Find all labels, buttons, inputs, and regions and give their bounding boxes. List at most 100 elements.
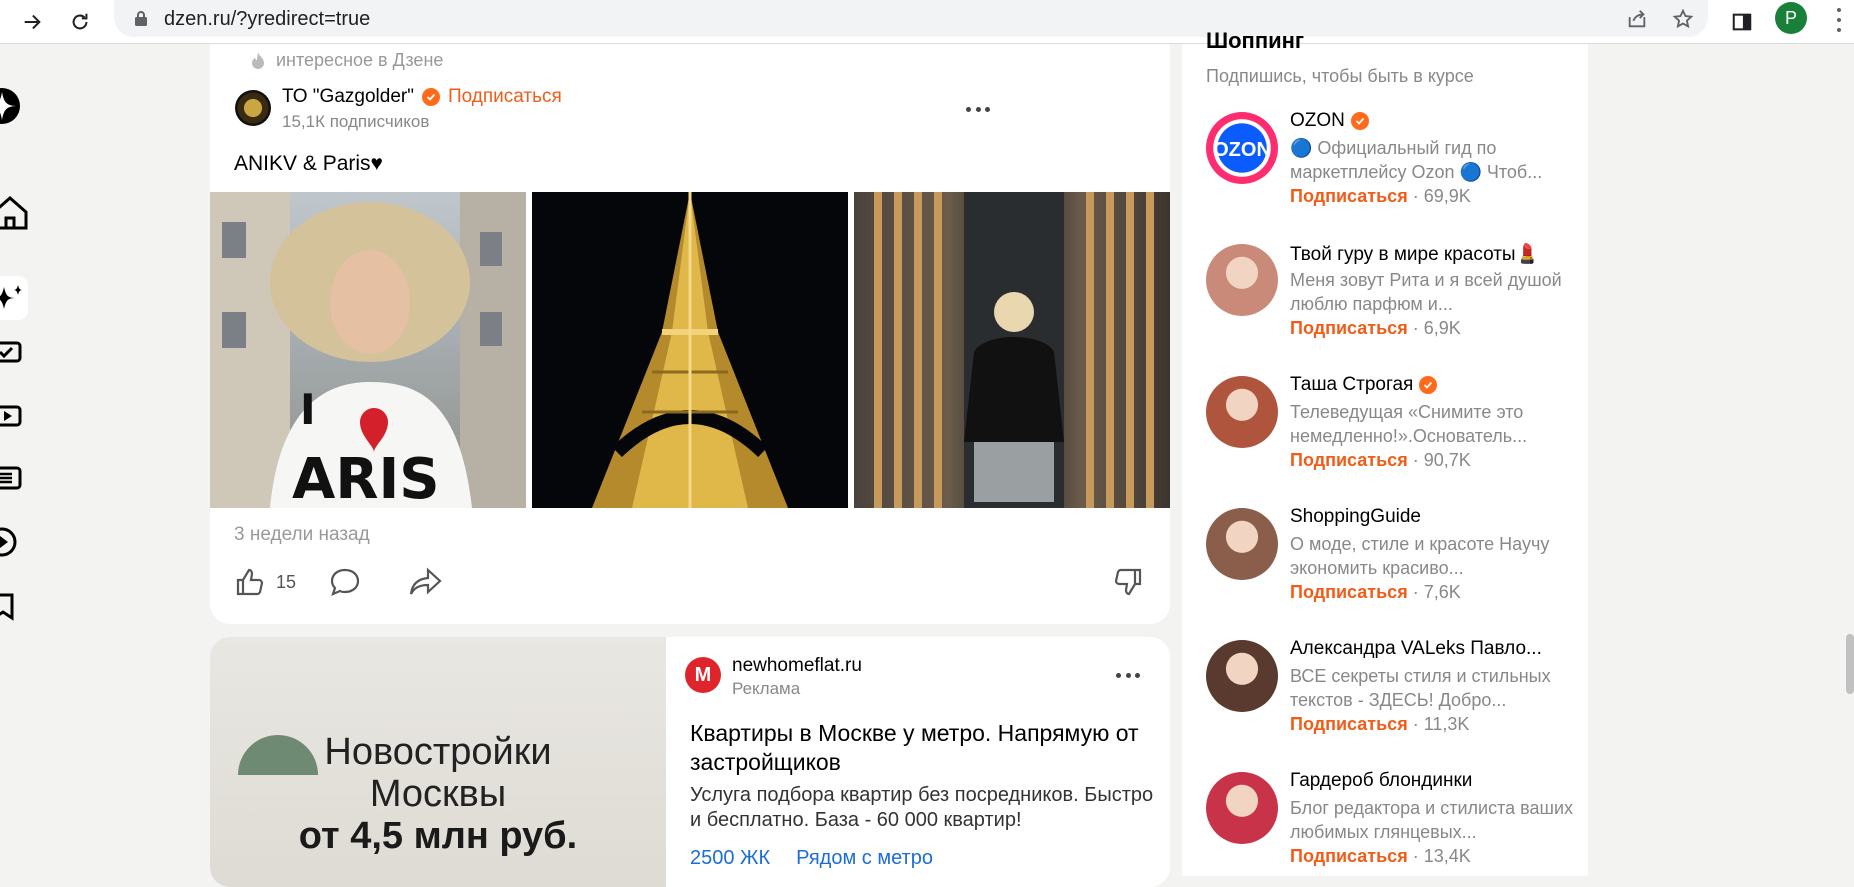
- flame-icon: [252, 51, 264, 69]
- ad-label: Реклама: [732, 679, 801, 698]
- checklist-icon: [0, 341, 22, 363]
- channel-avatar[interactable]: [235, 90, 271, 126]
- dislike-button[interactable]: [1112, 562, 1144, 602]
- like-count: 15: [276, 571, 297, 592]
- subscribe-button[interactable]: Подписаться: [1290, 846, 1408, 866]
- thumbs-down-icon: [1114, 568, 1142, 596]
- subscriber-count: 15,1К подписчиков: [282, 112, 430, 131]
- channel-footer: Подписаться · 90,7K: [1290, 450, 1471, 471]
- nav-video[interactable]: [0, 398, 30, 434]
- subscribe-button[interactable]: Подписаться: [1290, 582, 1408, 602]
- channel-footer: Подписаться · 11,3K: [1290, 714, 1469, 735]
- ad-more-icon[interactable]: [1116, 672, 1140, 678]
- subscribe-button[interactable]: Подписаться: [448, 86, 562, 108]
- comment-button[interactable]: [328, 562, 362, 602]
- arrow-right-icon: [24, 14, 41, 30]
- lock-icon: [134, 10, 148, 31]
- channel-header: ТО "Gazgolder" Подписаться: [282, 86, 562, 108]
- channel-item[interactable]: Гардероб блондинки Блог редактора и стили…: [1206, 770, 1576, 882]
- star-icon[interactable]: [1670, 6, 1696, 32]
- like-button[interactable]: 15: [234, 562, 296, 602]
- channel-name[interactable]: Твой гуру в мире красоты💄: [1290, 242, 1539, 266]
- channel-footer: Подписаться · 6,9K: [1290, 318, 1461, 339]
- channel-name[interactable]: Гардероб блондинки: [1290, 770, 1472, 792]
- nav-home[interactable]: [0, 194, 30, 230]
- ad-link-metro[interactable]: Рядом с метро: [796, 847, 933, 870]
- ad-links: 2500 ЖК Рядом с метро: [690, 847, 933, 870]
- channel-avatar[interactable]: [1206, 244, 1278, 316]
- share-icon[interactable]: [1624, 6, 1650, 32]
- recommendations-panel: Шоппинг Подпишись, чтобы быть в курсе OZ…: [1182, 28, 1588, 876]
- advertiser-name[interactable]: newhomeflat.ru: [732, 655, 862, 677]
- channel-avatar[interactable]: [1206, 640, 1278, 712]
- post-actions: 15: [234, 562, 1144, 606]
- subscriber-count: 7,6K: [1423, 582, 1461, 602]
- subscriber-count: 11,3K: [1423, 714, 1470, 734]
- dzen-logo[interactable]: [0, 88, 30, 124]
- nav-shorts[interactable]: [0, 524, 30, 560]
- reload-icon: [72, 13, 88, 30]
- post-text: ANIKV & Paris♥: [234, 152, 384, 175]
- share-button[interactable]: [408, 562, 444, 602]
- channel-item[interactable]: Александра VALeks Павло... ВСЕ секреты ст…: [1206, 638, 1576, 750]
- channel-item[interactable]: Таша Строгая Телеведущая «Снимите это нем…: [1206, 374, 1576, 486]
- verified-icon: [421, 88, 440, 106]
- ad-image[interactable]: Новостройки Москвы от 4,5 млн руб.: [210, 637, 666, 887]
- channel-footer: Подписаться · 69,9K: [1290, 186, 1471, 207]
- nav-articles[interactable]: [0, 460, 30, 496]
- thumbs-up-icon: [236, 568, 264, 596]
- channel-avatar[interactable]: [1206, 508, 1278, 580]
- channel-avatar[interactable]: [1206, 376, 1278, 448]
- url-text: dzen.ru/?yredirect=true: [164, 8, 371, 30]
- post-photo-2[interactable]: [532, 192, 848, 508]
- home-icon: [0, 196, 28, 230]
- side-panel-icon: [1732, 13, 1752, 31]
- ad-link-complexes[interactable]: 2500 ЖК: [690, 847, 770, 870]
- subscribe-button[interactable]: Подписаться: [1290, 450, 1408, 470]
- separator: ·: [1407, 318, 1424, 338]
- forward-button[interactable]: [14, 4, 50, 40]
- profile-avatar[interactable]: P: [1775, 2, 1807, 34]
- channel-description: ВСЕ секреты стиля и стильных текстов - З…: [1290, 666, 1551, 710]
- ad-card[interactable]: Новостройки Москвы от 4,5 млн руб. M new…: [210, 637, 1170, 887]
- panel-title: Шоппинг: [1206, 28, 1305, 53]
- subscribe-button[interactable]: Подписаться: [1290, 714, 1408, 734]
- channel-name[interactable]: Александра VALeks Павло...: [1290, 638, 1542, 660]
- subscriber-count: 90,7K: [1423, 450, 1471, 470]
- channel-description: Телеведущая «Снимите это немедленно!».Ос…: [1290, 402, 1528, 446]
- channel-avatar[interactable]: OZON: [1206, 112, 1278, 184]
- separator: ·: [1407, 186, 1424, 206]
- channel-name[interactable]: OZON: [1290, 110, 1369, 132]
- channel-item[interactable]: ShoppingGuide О моде, стиле и красоте Нау…: [1206, 506, 1576, 618]
- channel-name[interactable]: ТО "Gazgolder": [282, 86, 414, 108]
- advertiser-logo[interactable]: M: [685, 657, 721, 693]
- svg-text:ARIS: ARIS: [292, 447, 440, 508]
- subscribe-button[interactable]: Подписаться: [1290, 318, 1408, 338]
- nav-subscriptions[interactable]: [0, 334, 30, 370]
- article-icon: [0, 466, 22, 490]
- reload-button[interactable]: [62, 4, 98, 40]
- page-scrollbar[interactable]: [1846, 634, 1854, 694]
- separator: ·: [1407, 450, 1424, 470]
- channel-footer: Подписаться · 7,6K: [1290, 582, 1461, 603]
- subscribe-button[interactable]: Подписаться: [1290, 186, 1408, 206]
- channel-name[interactable]: Таша Строгая: [1290, 374, 1438, 396]
- sparkle-icon: [0, 285, 23, 309]
- nav-feed[interactable]: [0, 276, 28, 320]
- play-circle-icon: [0, 527, 17, 557]
- browser-menu-icon[interactable]: [1836, 8, 1842, 32]
- post-photo-3[interactable]: [854, 192, 1170, 508]
- ad-title[interactable]: Квартиры в Москве у метро. Напрямую от з…: [690, 719, 1150, 777]
- post-photo-1[interactable]: I ARIS: [210, 192, 526, 508]
- channel-item[interactable]: Твой гуру в мире красоты💄 Меня зовут Рита…: [1206, 244, 1576, 354]
- channel-item[interactable]: OZON OZON 🔵 Официальный гид по маркетплейс…: [1206, 110, 1576, 222]
- nav-bookmarks[interactable]: [0, 588, 30, 624]
- separator: ·: [1407, 714, 1424, 734]
- channel-avatar[interactable]: [1206, 772, 1278, 844]
- post-more-icon[interactable]: [966, 106, 990, 112]
- address-bar[interactable]: dzen.ru/?yredirect=true: [114, 0, 1708, 37]
- svg-text:OZON: OZON: [1213, 139, 1271, 161]
- channel-name[interactable]: ShoppingGuide: [1290, 506, 1421, 528]
- side-panel-button[interactable]: [1724, 4, 1760, 40]
- bookmark-icon: [0, 593, 14, 621]
